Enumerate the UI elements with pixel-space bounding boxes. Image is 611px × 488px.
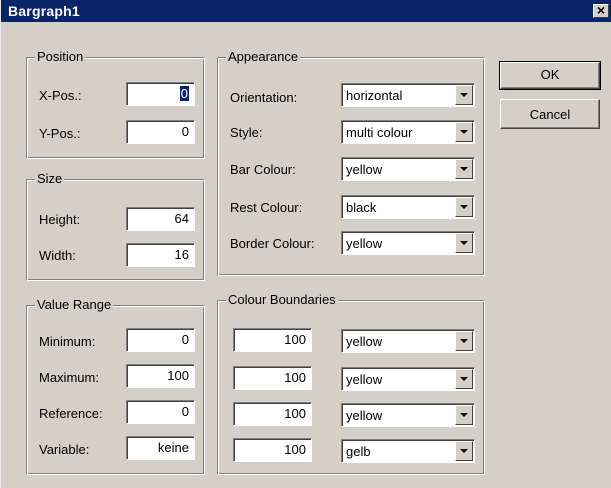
value-range-group: Value Range Minimum: 0 Maximum: 100 Refe… — [26, 297, 205, 475]
boundary-colour-dropdown-button-4[interactable] — [455, 441, 473, 461]
close-button[interactable]: × — [593, 2, 609, 18]
boundary-colour-value-4: gelb — [346, 444, 371, 459]
orientation-dropdown-button[interactable] — [455, 85, 473, 105]
border-colour-value: yellow — [346, 236, 383, 251]
cancel-button[interactable]: Cancel — [500, 99, 600, 129]
xpos-input[interactable]: 0 — [126, 82, 195, 106]
reference-label: Reference: — [39, 406, 103, 421]
ypos-input[interactable]: 0 — [126, 120, 195, 144]
chevron-down-icon — [460, 413, 468, 417]
ypos-label: Y-Pos.: — [39, 126, 81, 141]
chevron-down-icon — [460, 130, 468, 134]
minimum-label: Minimum: — [39, 334, 96, 349]
boundary-value-input-3[interactable]: 100 — [233, 402, 312, 426]
chevron-down-icon — [460, 93, 468, 97]
boundary-colour-value-1: yellow — [346, 334, 383, 349]
boundary-value-input-2[interactable]: 100 — [233, 366, 312, 390]
rest-colour-value: black — [346, 200, 377, 215]
boundary-colour-select-4[interactable]: gelb — [341, 439, 475, 463]
chevron-down-icon — [460, 377, 468, 381]
value-range-group-title: Value Range — [35, 297, 114, 313]
boundary-colour-value-3: yellow — [346, 408, 383, 423]
boundary-value-input-1[interactable]: 100 — [233, 328, 312, 352]
title-bar[interactable]: Bargraph1 × — [1, 0, 611, 22]
width-label: Width: — [39, 248, 76, 263]
width-input[interactable]: 16 — [126, 243, 195, 267]
variable-label: Variable: — [39, 442, 90, 457]
style-select[interactable]: multi colour — [341, 120, 475, 144]
height-input[interactable]: 64 — [126, 207, 195, 231]
colour-boundaries-group: Colour Boundaries 100 yellow 100 yellow … — [217, 292, 485, 475]
style-dropdown-button[interactable] — [455, 122, 473, 142]
appearance-group: Appearance Orientation: horizontal Style… — [217, 49, 485, 276]
border-colour-select[interactable]: yellow — [341, 231, 475, 255]
appearance-group-title: Appearance — [226, 49, 301, 65]
maximum-label: Maximum: — [39, 370, 99, 385]
style-value: multi colour — [346, 125, 413, 140]
boundary-colour-dropdown-button-3[interactable] — [455, 405, 473, 425]
dialog-window: Bargraph1 × Position X-Pos.: 0 Y-Pos.: 0… — [0, 0, 611, 488]
boundary-colour-dropdown-button-2[interactable] — [455, 369, 473, 389]
orientation-value: horizontal — [346, 88, 403, 103]
chevron-down-icon — [460, 167, 468, 171]
style-label: Style: — [230, 125, 263, 140]
ok-button[interactable]: OK — [499, 61, 601, 90]
position-group: Position X-Pos.: 0 Y-Pos.: 0 — [26, 49, 205, 159]
size-group: Size Height: 64 Width: 16 — [26, 171, 205, 281]
boundary-colour-select-2[interactable]: yellow — [341, 367, 475, 391]
boundary-value-input-4[interactable]: 100 — [233, 438, 312, 462]
minimum-input[interactable]: 0 — [126, 328, 195, 352]
xpos-value: 0 — [179, 86, 189, 101]
size-group-title: Size — [35, 171, 65, 187]
window-title: Bargraph1 — [8, 3, 80, 19]
colour-boundaries-group-title: Colour Boundaries — [226, 292, 338, 308]
boundary-colour-dropdown-button-1[interactable] — [455, 331, 473, 351]
maximum-input[interactable]: 100 — [126, 364, 195, 388]
chevron-down-icon — [460, 449, 468, 453]
chevron-down-icon — [460, 241, 468, 245]
close-icon: × — [596, 2, 606, 18]
chevron-down-icon — [460, 339, 468, 343]
boundary-colour-value-2: yellow — [346, 372, 383, 387]
bar-colour-select[interactable]: yellow — [341, 157, 475, 181]
border-colour-dropdown-button[interactable] — [455, 233, 473, 253]
boundary-colour-select-1[interactable]: yellow — [341, 329, 475, 353]
bar-colour-dropdown-button[interactable] — [455, 159, 473, 179]
rest-colour-label: Rest Colour: — [230, 200, 303, 215]
orientation-label: Orientation: — [230, 90, 298, 105]
position-group-title: Position — [35, 49, 86, 65]
xpos-label: X-Pos.: — [39, 88, 82, 103]
chevron-down-icon — [460, 205, 468, 209]
height-label: Height: — [39, 212, 81, 227]
orientation-select[interactable]: horizontal — [341, 83, 475, 107]
bar-colour-label: Bar Colour: — [230, 162, 296, 177]
rest-colour-select[interactable]: black — [341, 195, 475, 219]
rest-colour-dropdown-button[interactable] — [455, 197, 473, 217]
bar-colour-value: yellow — [346, 162, 383, 177]
reference-input[interactable]: 0 — [126, 400, 195, 424]
boundary-colour-select-3[interactable]: yellow — [341, 403, 475, 427]
border-colour-label: Border Colour: — [230, 236, 315, 251]
variable-input[interactable]: keine — [126, 436, 195, 460]
